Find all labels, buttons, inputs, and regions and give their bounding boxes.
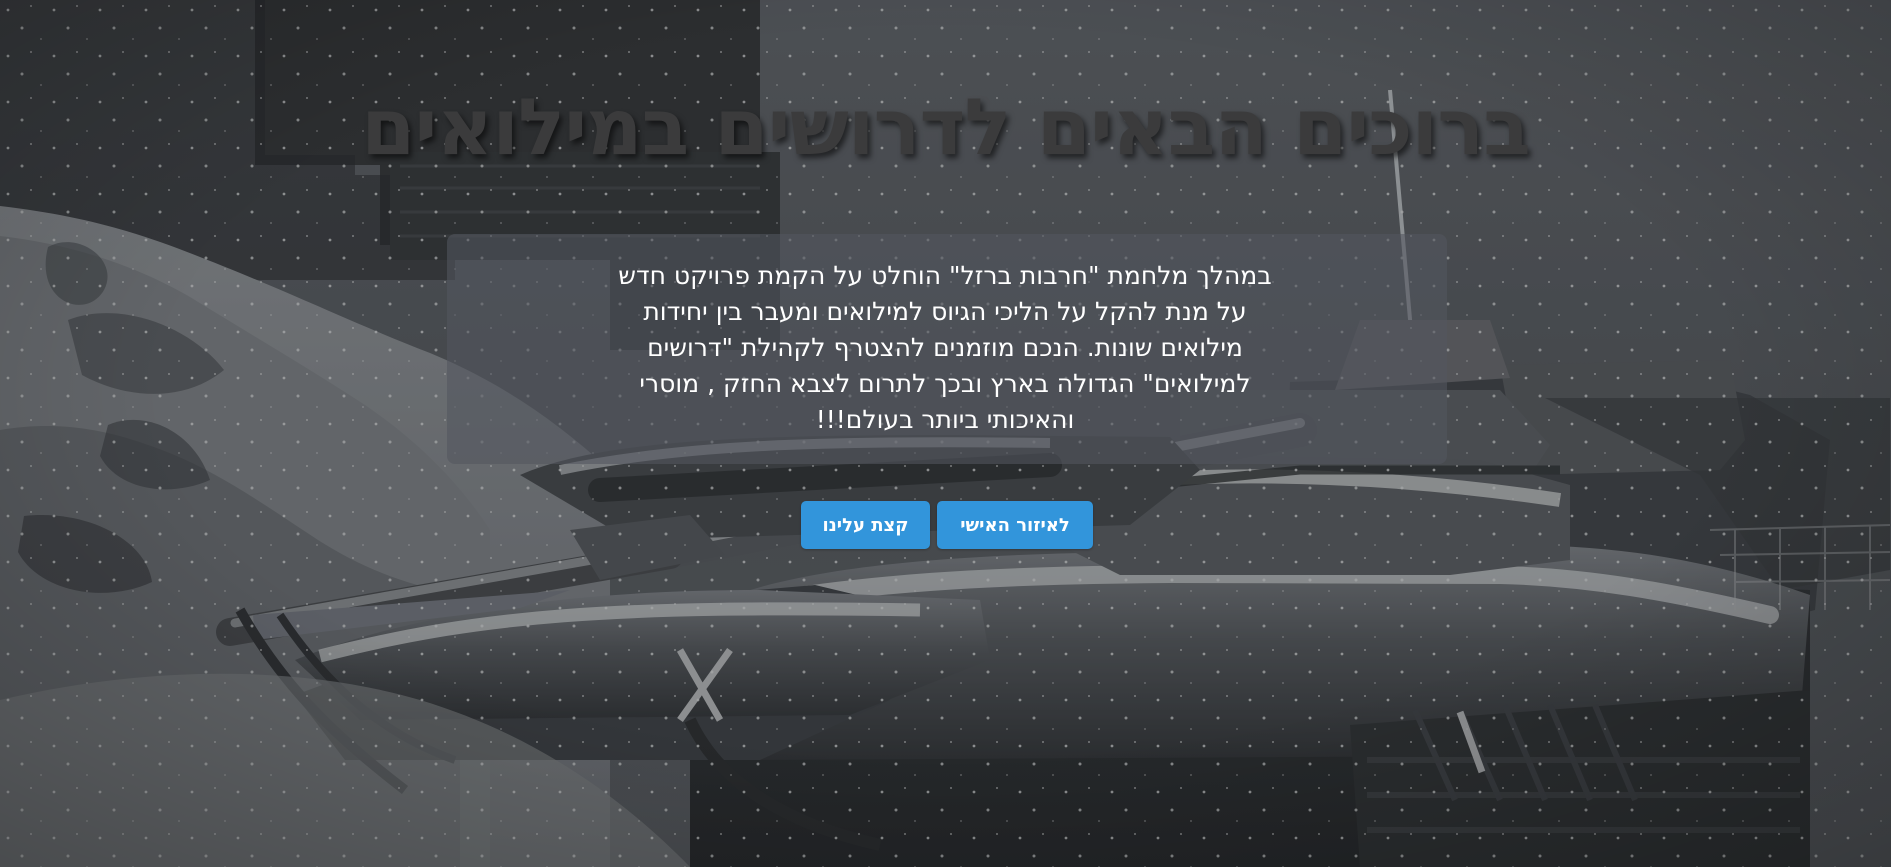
- intro-paragraph: במהלך מלחמת "חרבות ברזל" הוחלט על הקמת פ…: [570, 258, 1320, 438]
- about-us-button[interactable]: קצת עלינו: [801, 501, 930, 549]
- intro-line: והאיכותי ביותר בעולם!!!: [815, 405, 1075, 434]
- personal-area-button[interactable]: לאיזור האישי: [937, 501, 1093, 549]
- page-title: ברוכים הבאים לדרושים במילואים: [361, 83, 1531, 173]
- hero-actions: קצת עלינו לאיזור האישי: [801, 501, 1093, 549]
- intro-line: מילואים שונות. הנכם מוזמנים להצטרף לקהיל…: [647, 333, 1243, 362]
- intro-line: במהלך מלחמת "חרבות ברזל" הוחלט על הקמת פ…: [618, 261, 1272, 290]
- intro-line: למילואים" הגדולה בארץ ובכך לתרום לצבא הח…: [639, 369, 1251, 398]
- intro-line: על מנת להקל על הליכי הגיוס למילואים ומעב…: [643, 297, 1247, 326]
- hero-section: ברוכים הבאים לדרושים במילואים במהלך מלחמ…: [0, 0, 1891, 867]
